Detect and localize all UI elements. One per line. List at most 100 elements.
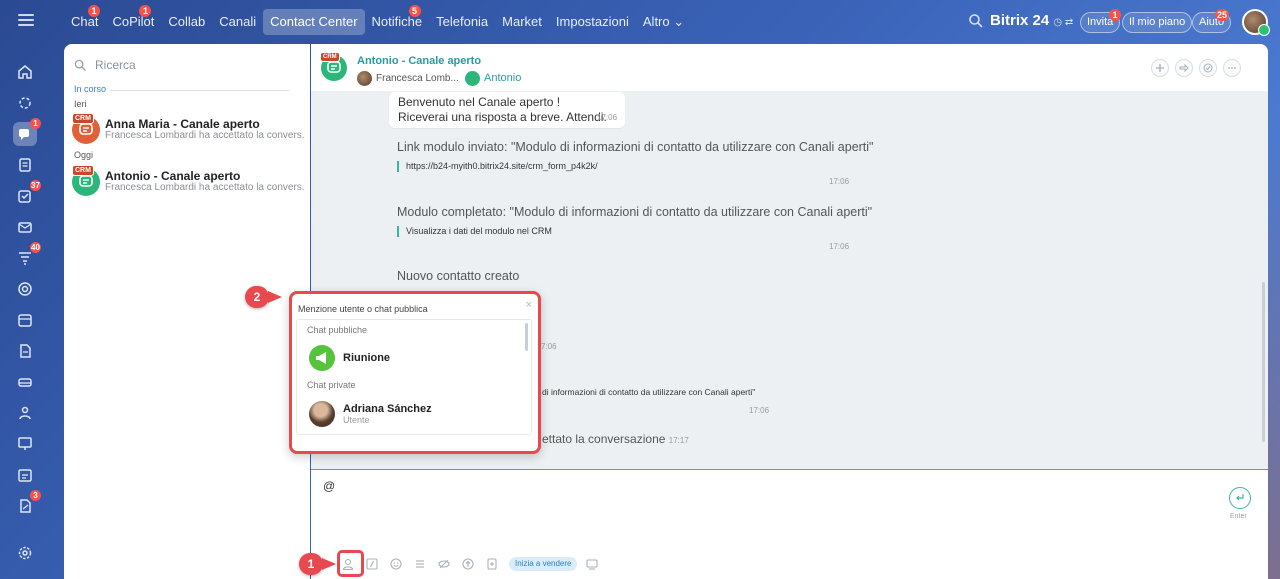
- arrow-right-icon: [1179, 63, 1189, 73]
- nav-market[interactable]: Market: [495, 9, 549, 35]
- my-plan-button[interactable]: Il mio piano: [1122, 12, 1193, 33]
- screen-icon: [586, 559, 599, 570]
- top-bar: Chat 1 CoPilot 1 Collab Canali Contact Cen…: [0, 0, 1280, 44]
- user-avatar[interactable]: [1242, 9, 1270, 36]
- eye-off-icon: [438, 559, 450, 569]
- file-icon: [20, 344, 31, 358]
- help-badge: 25: [1215, 9, 1230, 21]
- messages-scrollbar[interactable]: [1262, 282, 1265, 442]
- nav-copilot[interactable]: CoPilot 1: [105, 5, 161, 35]
- users-icon: [19, 406, 31, 420]
- rail-mail[interactable]: [13, 215, 37, 239]
- close-icon[interactable]: ×: [526, 299, 532, 311]
- section-public-chats: Chat pubbliche: [307, 325, 368, 335]
- rail-users[interactable]: [13, 401, 37, 425]
- rail-docs[interactable]: [13, 339, 37, 363]
- step-arrow: [268, 291, 282, 303]
- chat-title: Anna Maria - Canale aperto: [105, 117, 260, 131]
- more-button[interactable]: [1223, 59, 1241, 77]
- message-time: 17:06: [749, 406, 770, 415]
- invite-button[interactable]: Invita 1: [1080, 9, 1121, 33]
- rail-sites[interactable]: [13, 432, 37, 456]
- transfer-button[interactable]: [1175, 59, 1193, 77]
- search-icon[interactable]: [968, 13, 984, 29]
- nav-contact-center[interactable]: Contact Center: [263, 9, 365, 35]
- start-selling-button[interactable]: Inizia a vendere: [509, 557, 578, 571]
- system-message-form: Modulo completato: "Modulo di informazio…: [397, 205, 873, 251]
- message-input[interactable]: @: [323, 479, 335, 493]
- nav-collab[interactable]: Collab: [161, 9, 212, 35]
- calendar-icon: [18, 314, 32, 327]
- send-button[interactable]: [1229, 487, 1251, 509]
- rail-target[interactable]: [13, 277, 37, 301]
- message-input-area[interactable]: @ Enter Inizia a vendere: [311, 469, 1268, 579]
- rail-chat[interactable]: 1: [13, 118, 41, 146]
- nav-impostazioni[interactable]: Impostazioni: [549, 9, 636, 35]
- drive-icon: [18, 378, 32, 387]
- form-link[interactable]: https://b24-myith0.bitrix24.site/crm_for…: [397, 161, 867, 172]
- attach-file-button[interactable]: [485, 557, 499, 571]
- chat-panel-button[interactable]: [585, 557, 599, 571]
- finish-button[interactable]: [1199, 59, 1217, 77]
- rail-crm[interactable]: 40: [13, 242, 41, 270]
- crm-tag: CRM: [72, 113, 94, 124]
- rail-booking[interactable]: [13, 463, 37, 487]
- mention-item-adriana[interactable]: Adriana Sánchez Utente: [309, 401, 432, 427]
- emoji-button[interactable]: [389, 557, 403, 571]
- help-button[interactable]: Aiuto 25: [1192, 9, 1232, 33]
- member-avatar: [357, 70, 372, 86]
- welcome-message: Benvenuto nel Canale aperto ! Riceverai …: [389, 92, 625, 128]
- file-add-icon: [487, 558, 497, 570]
- member-antonio[interactable]: Antonio: [465, 70, 521, 86]
- system-message-link: Link modulo inviato: "Modulo di informaz…: [397, 140, 874, 186]
- message-time: 7:06: [541, 342, 557, 351]
- chat-search[interactable]: Ricerca: [74, 56, 136, 74]
- upload-button[interactable]: [461, 557, 475, 571]
- chat-title[interactable]: Antonio - Canale aperto: [357, 55, 481, 67]
- rail-badge: 37: [30, 180, 41, 191]
- slash-command-button[interactable]: [365, 557, 379, 571]
- mention-list: Chat pubbliche Riunione Chat private Adr…: [296, 319, 532, 435]
- rail-copilot[interactable]: [13, 91, 37, 115]
- message-text: ettato la conversazione 17:17: [542, 432, 689, 446]
- menu-icon[interactable]: [18, 14, 34, 26]
- mention-button-highlight: [337, 550, 364, 577]
- nav-altro[interactable]: Altro ⌄: [636, 9, 691, 35]
- search-placeholder: Ricerca: [95, 58, 136, 72]
- nav-chat[interactable]: Chat 1: [64, 5, 105, 35]
- list-scrollbar[interactable]: [525, 323, 528, 351]
- nav-notifiche[interactable]: Notifiche 5: [365, 5, 430, 35]
- member-avatar: [465, 70, 480, 86]
- rail-calendar[interactable]: [13, 308, 37, 332]
- rail-settings[interactable]: [13, 541, 37, 565]
- invite-badge: 1: [1109, 9, 1121, 21]
- search-icon: [74, 59, 87, 71]
- rail-badge: 40: [30, 242, 41, 253]
- crm-data-link[interactable]: Visualizza i dati del modulo nel CRM: [397, 226, 867, 237]
- day-label-yesterday: Ieri: [74, 99, 87, 109]
- upload-icon: [462, 558, 474, 570]
- chat-item-antonio[interactable]: CRM Antonio - Canale aperto Francesca Lo…: [72, 165, 308, 198]
- mention-item-riunione[interactable]: Riunione: [309, 345, 390, 371]
- rail-tasks[interactable]: 37: [13, 180, 41, 208]
- step-badge-2: 2: [245, 286, 269, 308]
- chat-title: Antonio - Canale aperto: [105, 169, 241, 183]
- quick-answers-button[interactable]: [413, 557, 427, 571]
- nav-canali[interactable]: Canali: [212, 9, 263, 35]
- document-icon: [19, 158, 31, 172]
- rail-feed[interactable]: [13, 153, 37, 177]
- rail-sign[interactable]: 3: [13, 490, 41, 518]
- member-francesca[interactable]: Francesca Lomb...: [357, 70, 459, 86]
- home-icon: [18, 65, 32, 79]
- enter-label: Enter: [1230, 513, 1247, 520]
- add-user-button[interactable]: [1151, 59, 1169, 77]
- bitrix-logo: Bitrix 24 ◷ ⇄: [990, 12, 1074, 29]
- nav-telefonia[interactable]: Telefonia: [429, 9, 495, 35]
- chat-item-anna-maria[interactable]: CRM Anna Maria - Canale aperto Francesca…: [72, 113, 308, 146]
- rail-drive[interactable]: [13, 370, 37, 394]
- rail-home[interactable]: [13, 60, 37, 84]
- plus-icon: [1156, 64, 1164, 72]
- hidden-message-button[interactable]: [437, 557, 451, 571]
- nav-badge: 5: [408, 5, 421, 17]
- crm-tag: CRM: [72, 165, 94, 176]
